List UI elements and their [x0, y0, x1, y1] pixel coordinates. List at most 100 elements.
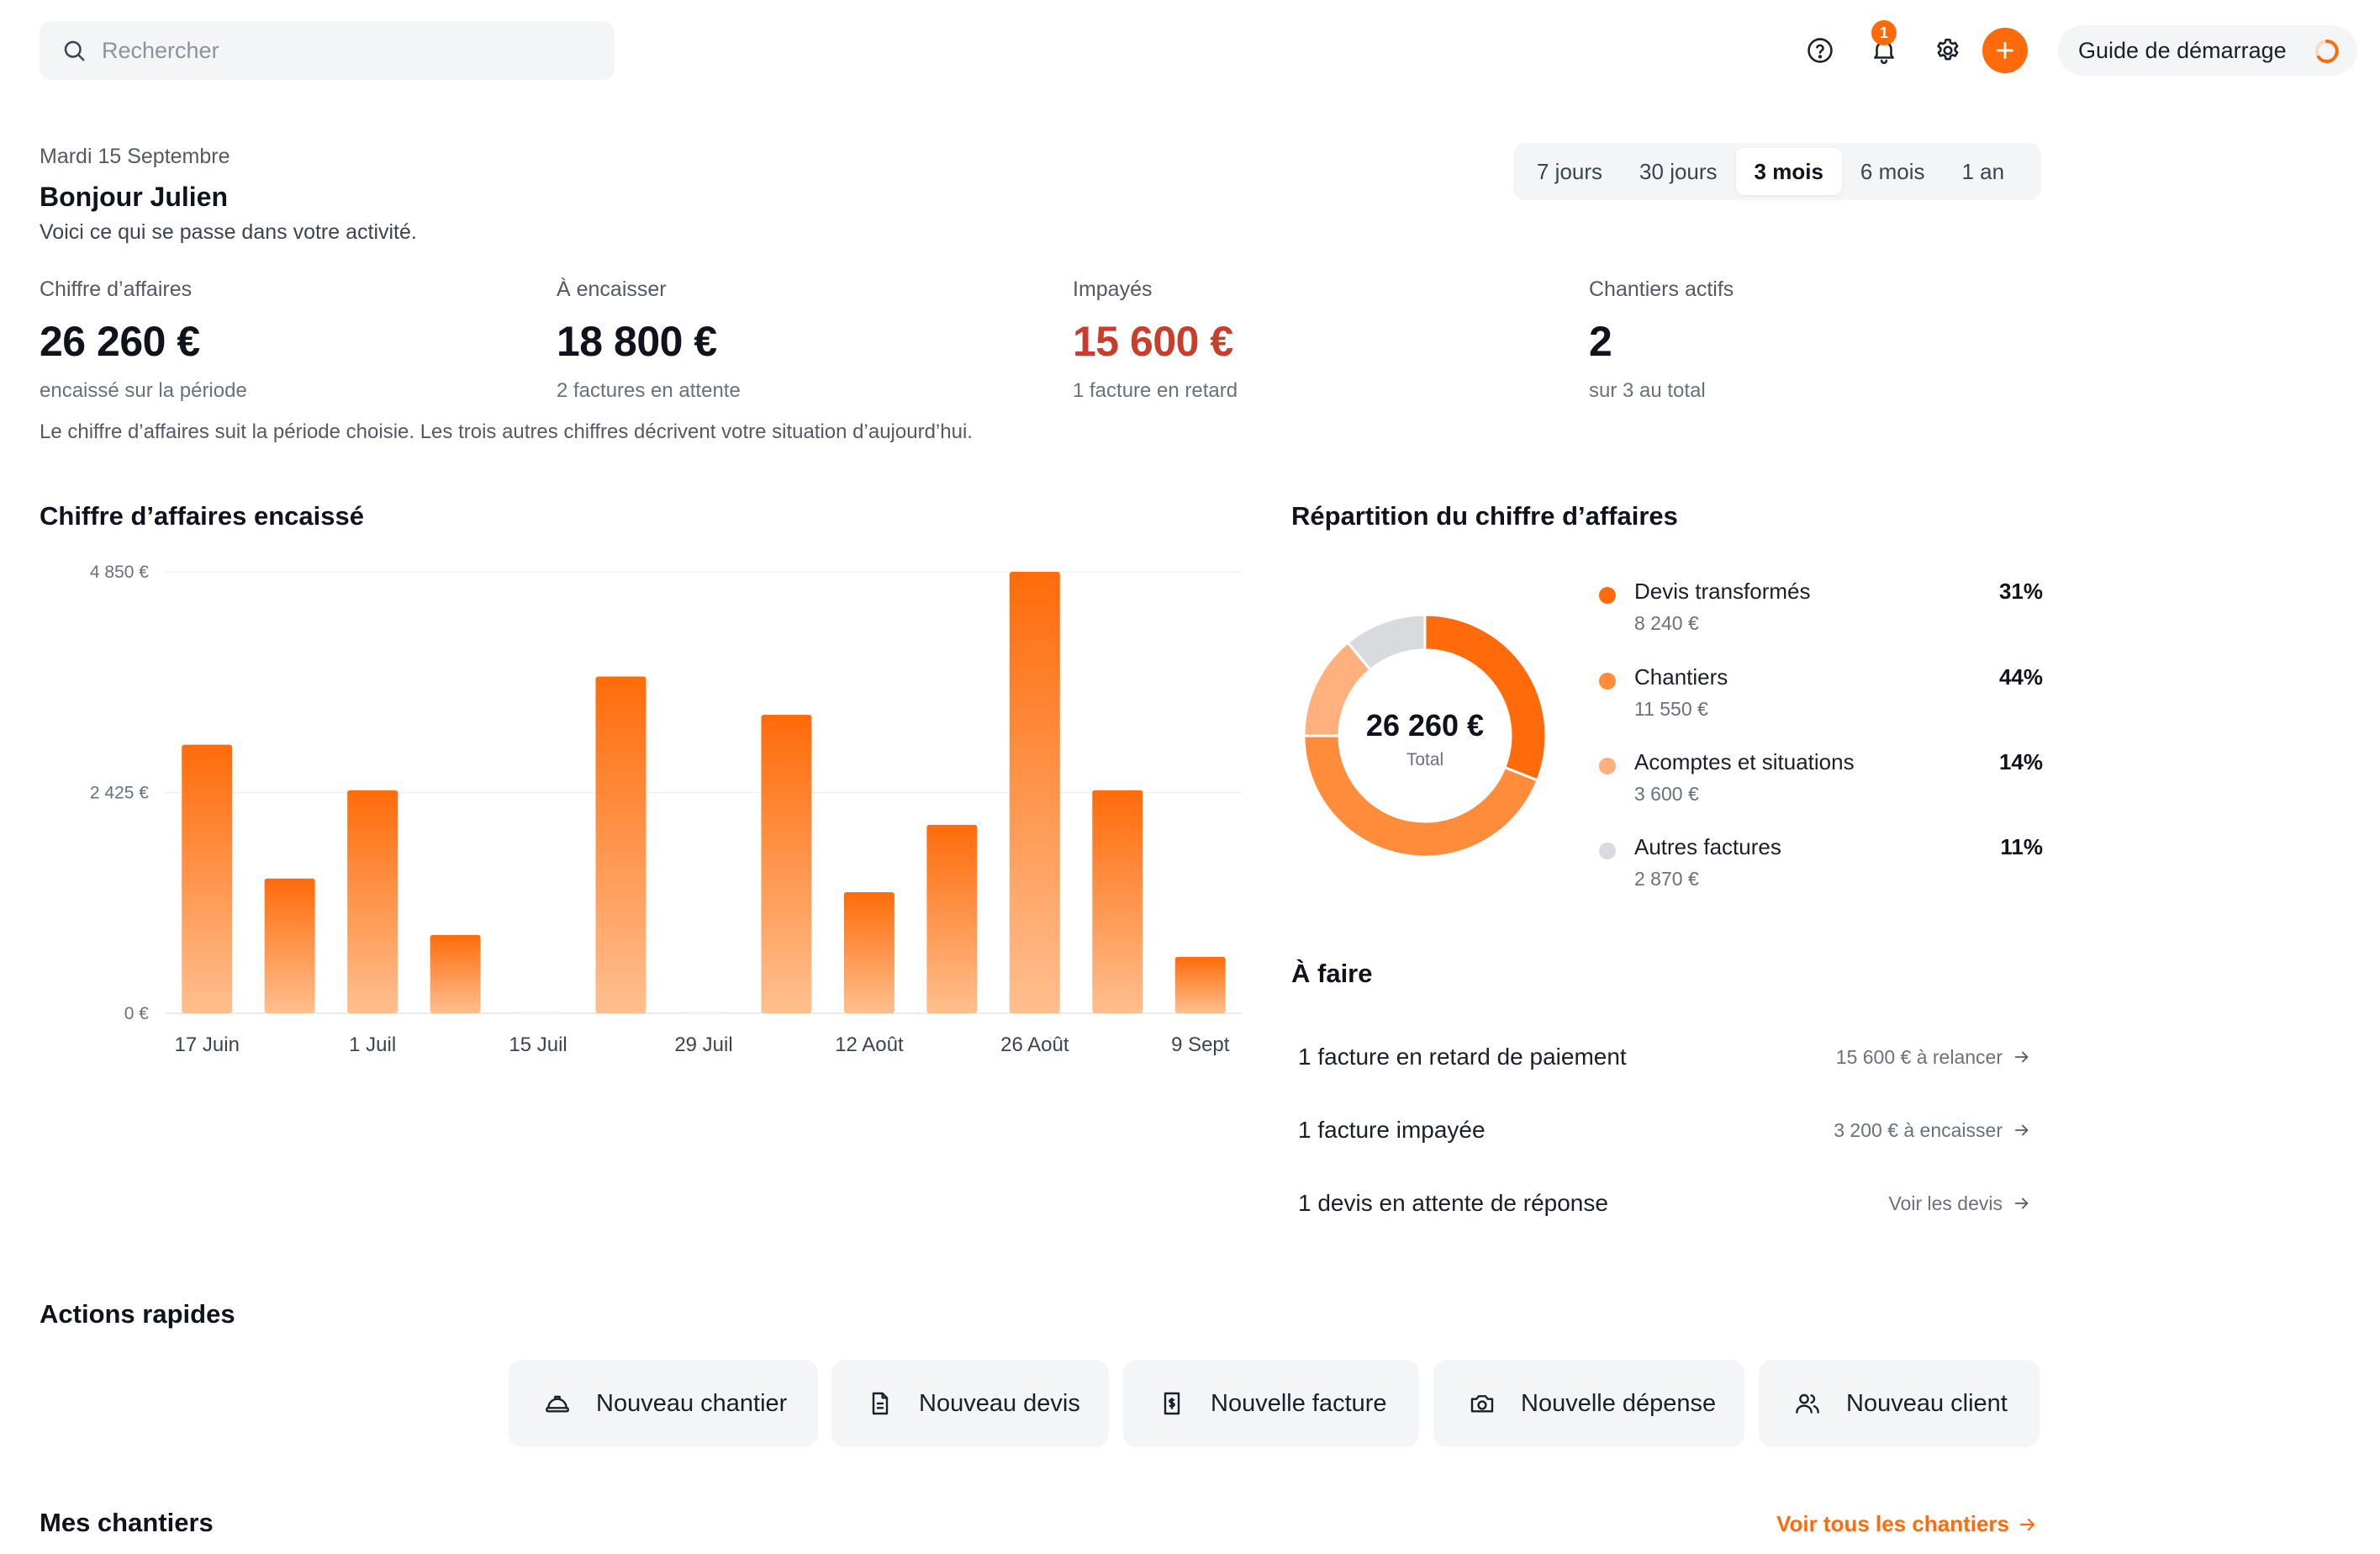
see-all-projects-link[interactable]: Voir tous les chantiers	[1776, 1511, 2038, 1537]
todo-text: 1 facture impayée	[1298, 1117, 1486, 1143]
new-project-button[interactable]: Nouveau chantier	[509, 1360, 818, 1447]
new-client-label: Nouveau client	[1846, 1389, 2008, 1417]
period-selector: 7 jours 30 jours 3 mois 6 mois 1 an	[1513, 143, 2041, 200]
todo-item-late-invoice[interactable]: 1 facture en retard de paiement 15 600 €…	[1291, 1023, 2040, 1091]
current-date: Mardi 15 Septembre	[40, 145, 230, 168]
bar[interactable]	[761, 714, 812, 1013]
gear-icon	[1937, 38, 1959, 61]
camera-icon	[1470, 1395, 1494, 1413]
todo-action[interactable]: 15 600 € à relancer	[1836, 1046, 2031, 1069]
period-6-months[interactable]: 6 mois	[1842, 148, 1944, 195]
legend-percent: 11%	[2000, 834, 2043, 859]
x-tick-label: 9 Sept	[1171, 1033, 1230, 1056]
kpi-revenue: Chiffre d’affaires 26 260 € encaissé sur…	[40, 278, 510, 403]
document-icon	[872, 1392, 889, 1415]
settings-button[interactable]	[1928, 30, 1968, 71]
todo-title: À faire	[1291, 959, 1373, 988]
search-bar[interactable]	[40, 21, 615, 80]
legend-name: Acomptes et situations	[1634, 749, 1855, 774]
legend-name: Devis transformés	[1634, 579, 1811, 604]
hard-hat-icon	[546, 1395, 569, 1413]
search-input[interactable]	[100, 36, 574, 65]
y-tick-label: 0 €	[124, 1004, 150, 1023]
bar[interactable]	[513, 1011, 564, 1013]
period-1-year[interactable]: 1 an	[1944, 148, 2024, 195]
new-invoice-label: Nouvelle facture	[1211, 1389, 1387, 1417]
kpi-active-projects: Chantiers actifs 2 sur 3 au total	[1589, 278, 2060, 403]
x-tick-label: 12 Août	[835, 1033, 904, 1056]
new-quote-button[interactable]: Nouveau devis	[831, 1360, 1109, 1447]
new-client-button[interactable]: Nouveau client	[1759, 1360, 2040, 1447]
donut-total-value: 26 260 €	[1366, 708, 1484, 743]
quick-actions-title: Actions rapides	[40, 1299, 235, 1329]
kpi-label: Impayés	[1073, 278, 1153, 301]
add-button[interactable]	[1982, 28, 2028, 73]
kpi-note: Le chiffre d’affaires suit la période ch…	[40, 420, 973, 443]
getting-started-label: Guide de démarrage	[2078, 37, 2287, 63]
todo-text: 1 devis en attente de réponse	[1298, 1190, 1608, 1216]
kpi-value: 26 260 €	[40, 318, 200, 365]
legend-amount: 11 550 €	[1634, 698, 1708, 720]
todo-action[interactable]: 3 200 € à encaisser	[1834, 1119, 2031, 1142]
progress-ring-icon	[2315, 40, 2339, 63]
bar[interactable]	[430, 934, 481, 1013]
x-tick-label: 26 Août	[1000, 1033, 1069, 1056]
bar[interactable]	[843, 892, 894, 1013]
todo-action[interactable]: Voir les devis	[1888, 1192, 2031, 1215]
legend-name: Autres factures	[1634, 834, 1781, 859]
bar[interactable]	[264, 878, 315, 1013]
todo-item-unpaid-invoice[interactable]: 1 facture impayée 3 200 € à encaisser	[1291, 1097, 2040, 1164]
distribution-title: Répartition du chiffre d’affaires	[1291, 501, 1678, 531]
legend-percent: 31%	[1998, 579, 2043, 604]
see-all-projects-label: Voir tous les chantiers	[1776, 1511, 2009, 1536]
kpi-sub: 2 factures en attente	[557, 379, 741, 402]
greeting-subtitle: Voici ce qui se passe dans votre activit…	[40, 220, 417, 244]
bar[interactable]	[1009, 572, 1060, 1013]
legend-dot	[1599, 843, 1616, 859]
help-button[interactable]	[1800, 30, 1840, 71]
kpi-sub: sur 3 au total	[1589, 379, 1706, 402]
kpi-value: 2	[1589, 318, 1612, 365]
arrow-right-icon	[2014, 1051, 2029, 1063]
x-tick-label: 29 Juil	[674, 1033, 732, 1056]
distribution-donut-chart: 26 260 € Total	[1302, 613, 1548, 859]
arrow-right-icon	[2019, 1518, 2035, 1530]
kpi-to-collect: À encaisser 18 800 € 2 factures en atten…	[557, 278, 1027, 403]
todo-item-pending-quote[interactable]: 1 devis en attente de réponse Voir les d…	[1291, 1170, 2040, 1237]
x-tick-label: 1 Juil	[349, 1033, 396, 1056]
y-tick-label: 4 850 €	[90, 563, 149, 582]
legend-dot	[1599, 758, 1616, 774]
kpi-value: 18 800 €	[557, 318, 717, 365]
period-3-months[interactable]: 3 mois	[1735, 148, 1842, 195]
legend-amount: 2 870 €	[1634, 868, 1699, 890]
new-expense-button[interactable]: Nouvelle dépense	[1433, 1360, 1744, 1447]
arrow-right-icon	[2014, 1197, 2029, 1209]
new-invoice-button[interactable]: Nouvelle facture	[1123, 1360, 1419, 1447]
notification-badge: 1	[1871, 20, 1897, 45]
period-7-days[interactable]: 7 jours	[1518, 148, 1621, 195]
new-expense-label: Nouvelle dépense	[1521, 1389, 1717, 1417]
kpi-sub: 1 facture en retard	[1073, 379, 1238, 402]
legend-item-devis: Devis transformés 8 240 € 31%	[1597, 579, 2043, 646]
help-icon	[1807, 38, 1833, 63]
bar[interactable]	[678, 1011, 729, 1013]
search-icon	[64, 40, 85, 61]
bar[interactable]	[182, 744, 233, 1013]
legend-dot	[1599, 673, 1616, 690]
bar[interactable]	[1092, 790, 1143, 1013]
plus-icon	[1996, 41, 2014, 60]
users-icon	[1796, 1393, 1819, 1414]
greeting-title: Bonjour Julien	[40, 182, 228, 212]
bar[interactable]	[1174, 956, 1226, 1013]
new-project-label: Nouveau chantier	[596, 1389, 788, 1417]
bar[interactable]	[347, 790, 398, 1013]
legend-percent: 44%	[1998, 664, 2043, 690]
legend-item-chantiers: Chantiers 11 550 € 44%	[1597, 664, 2043, 732]
revenue-bar-chart: 0 € 2 425 € 4 850 € 17 Juin 1 Juil 15 Juil 29…	[90, 563, 1242, 1056]
legend-name: Chantiers	[1634, 664, 1728, 690]
bar[interactable]	[595, 676, 646, 1013]
kpi-label: Chantiers actifs	[1589, 278, 1734, 301]
period-30-days[interactable]: 30 jours	[1621, 148, 1736, 195]
getting-started-button[interactable]: Guide de démarrage	[2058, 25, 2357, 76]
bar[interactable]	[926, 824, 978, 1013]
